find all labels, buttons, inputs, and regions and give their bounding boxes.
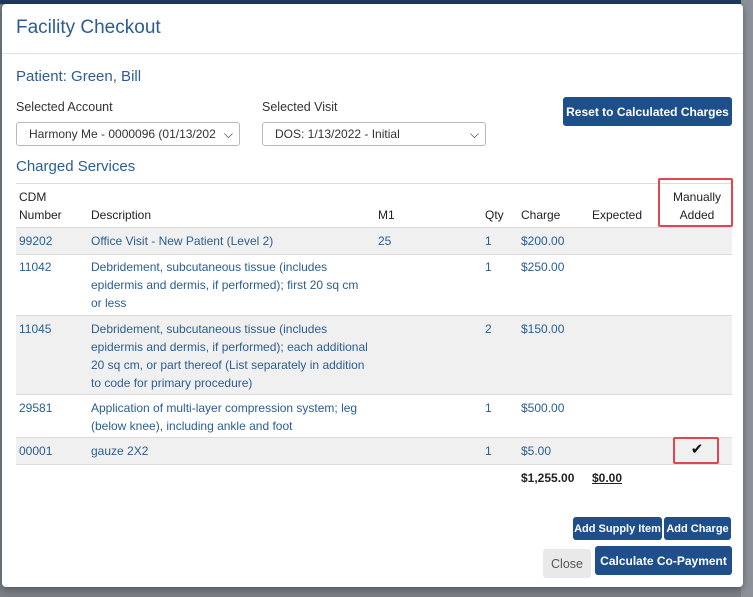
description: gauze 2X2	[91, 444, 149, 458]
col-expected-header: Expected	[592, 208, 643, 222]
quantity: 1	[485, 234, 492, 248]
facility-checkout-dialog: Facility Checkout Patient: Green, Bill S…	[2, 4, 743, 587]
visit-select[interactable]: DOS: 1/13/2022 - Initial ⌵	[262, 122, 486, 146]
table-row[interactable]: 99202 Office Visit - New Patient (Level …	[16, 228, 732, 255]
charged-services-title: Charged Services	[16, 158, 136, 175]
col-charge-header: Charge	[521, 208, 561, 222]
table-row[interactable]: 29581 Application of multi-layer compres…	[16, 395, 732, 438]
quantity: 1	[485, 401, 492, 415]
table-header: CDM Number Description M1 Qty Charge Exp…	[16, 184, 732, 228]
visit-label: Selected Visit	[262, 100, 338, 114]
charge: $5.00	[521, 444, 552, 458]
table-row[interactable]: 11045 Debridement, subcutaneous tissue (…	[16, 316, 732, 395]
cdm-number[interactable]: 11045	[19, 320, 51, 338]
description: Debridement, subcutaneous tissue (includ…	[91, 322, 368, 390]
modifier: 25	[378, 234, 392, 248]
charge: $200.00	[521, 234, 565, 248]
cdm-number[interactable]: 00001	[19, 442, 52, 460]
quantity: 1	[485, 260, 492, 274]
table-row[interactable]: 11042 Debridement, subcutaneous tissue (…	[16, 255, 732, 316]
col-qty-header: Qty	[485, 208, 504, 222]
charged-services-table: CDM Number Description M1 Qty Charge Exp…	[16, 183, 732, 465]
dialog-title: Facility Checkout	[16, 17, 161, 38]
account-select[interactable]: Harmony Me - 0000096 (01/13/202 ⌵	[16, 122, 240, 146]
cdm-number[interactable]: 29581	[19, 399, 52, 417]
charge: $250.00	[521, 260, 565, 274]
manually-added-check-highlight	[673, 437, 719, 464]
chevron-down-icon: ⌵	[223, 127, 233, 141]
col-description-header: Description	[91, 208, 152, 222]
charge: $150.00	[521, 322, 565, 336]
account-label: Selected Account	[16, 100, 113, 114]
cdm-number[interactable]: 99202	[19, 232, 52, 250]
chevron-down-icon: ⌵	[469, 127, 479, 141]
add-charge-button[interactable]: Add Charge	[664, 517, 731, 540]
reset-charges-button[interactable]: Reset to Calculated Charges	[563, 97, 732, 126]
quantity: 1	[485, 444, 492, 458]
close-button[interactable]: Close	[543, 549, 591, 578]
header-text: CDM	[19, 190, 47, 204]
col-m1-header: M1	[378, 208, 395, 222]
manually-added-header-highlight	[658, 178, 733, 227]
col-cdm-header: CDM Number	[19, 188, 62, 224]
calculate-copayment-button[interactable]: Calculate Co-Payment	[595, 546, 732, 575]
table-row[interactable]: 00001 gauze 2X2 1 $5.00 ✔	[16, 438, 732, 465]
header-text: Number	[19, 208, 62, 222]
description: Application of multi-layer compression s…	[91, 401, 358, 433]
add-supply-item-button[interactable]: Add Supply Item	[573, 517, 662, 540]
cdm-number[interactable]: 11042	[19, 258, 51, 276]
quantity: 2	[485, 322, 492, 336]
description: Debridement, subcutaneous tissue (includ…	[91, 260, 359, 310]
description: Office Visit - New Patient (Level 2)	[91, 234, 274, 248]
total-charge: $1,255.00	[521, 471, 575, 485]
total-expected: $0.00	[592, 471, 623, 485]
patient-name: Patient: Green, Bill	[16, 68, 142, 85]
charge: $500.00	[521, 401, 565, 415]
account-select-value: Harmony Me - 0000096 (01/13/202	[29, 127, 216, 141]
dialog-header: Facility Checkout	[2, 4, 743, 54]
visit-select-value: DOS: 1/13/2022 - Initial	[275, 127, 400, 141]
